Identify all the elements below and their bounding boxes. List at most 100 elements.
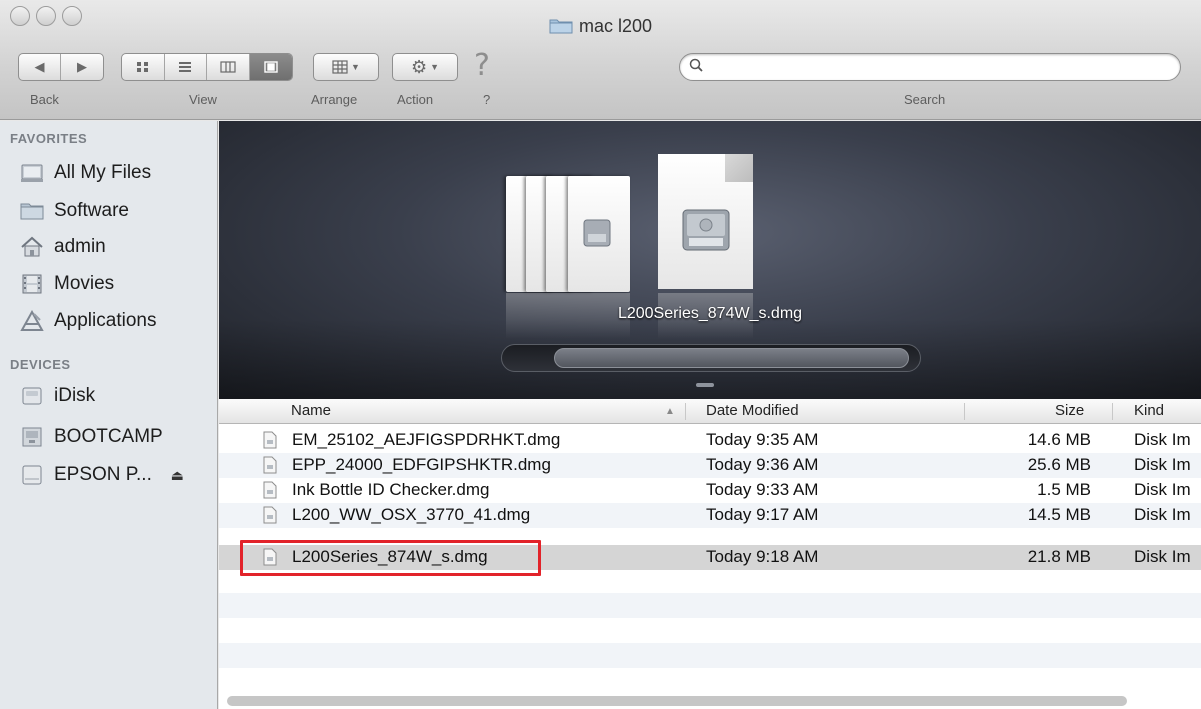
file-size: 14.6 MB	[1027, 430, 1091, 449]
empty-row	[219, 593, 1201, 618]
table-row[interactable]: EPP_24000_EDFGIPSHKTR.dmg Today 9:36 AM …	[219, 453, 1201, 478]
search-input[interactable]	[679, 53, 1181, 81]
cover-flow-item[interactable]	[568, 176, 630, 292]
horizontal-scrollbar[interactable]	[227, 696, 1127, 706]
file-kind: Disk Im	[1134, 430, 1191, 449]
file-kind: Disk Im	[1134, 547, 1191, 566]
arrange-icon	[332, 60, 348, 74]
window-title: mac l200	[0, 16, 1201, 42]
arrange-label: Arrange	[311, 92, 358, 107]
drive-icon	[20, 464, 44, 486]
sidebar-item-label: BOOTCAMP	[54, 426, 163, 447]
sidebar-header-favorites: FAVORITES	[10, 131, 88, 146]
empty-row	[219, 643, 1201, 668]
table-row[interactable]: Ink Bottle ID Checker.dmg Today 9:33 AM …	[219, 478, 1201, 503]
cover-flow-filename: L200Series_874W_s.dmg	[617, 305, 803, 322]
cover-flow-selected-item[interactable]	[658, 154, 753, 289]
file-size: 14.5 MB	[1027, 505, 1091, 524]
sidebar-item-label: Software	[54, 200, 129, 221]
sidebar-item-bootcamp[interactable]: BOOTCAMP	[20, 422, 163, 452]
movies-icon	[20, 273, 44, 295]
chevron-down-icon: ▼	[430, 62, 440, 72]
action-button[interactable]: ⚙ ▼	[392, 53, 458, 81]
sidebar-item-label: admin	[54, 236, 106, 257]
sidebar-item-epson[interactable]: EPSON P... ⏏	[20, 460, 184, 490]
file-name: L200_WW_OSX_3770_41.dmg	[292, 505, 531, 524]
back-label: Back	[30, 92, 59, 107]
cover-flow-scrollbar[interactable]	[501, 344, 921, 372]
gear-icon: ⚙	[410, 56, 428, 78]
file-size: 21.8 MB	[1027, 547, 1091, 566]
file-date: Today 9:18 AM	[706, 547, 819, 566]
file-date: Today 9:33 AM	[706, 480, 819, 499]
cover-flow-scroll-thumb[interactable]	[554, 348, 909, 368]
column-header-kind[interactable]: Kind	[1134, 402, 1164, 419]
annotation-highlight-box	[240, 540, 541, 576]
file-size: 1.5 MB	[1037, 480, 1091, 499]
file-list: EM_25102_AEJFIGSPDRHKT.dmg Today 9:35 AM…	[219, 424, 1201, 709]
list-view-button[interactable]	[165, 54, 207, 80]
file-name: EM_25102_AEJFIGSPDRHKT.dmg	[292, 430, 561, 449]
file-name: Ink Bottle ID Checker.dmg	[292, 480, 490, 499]
sidebar-item-software[interactable]: Software	[20, 196, 129, 226]
sidebar-item-all-my-files[interactable]: All My Files	[20, 158, 151, 188]
arrange-button[interactable]: ▼	[313, 53, 379, 81]
titlebar: mac l200 ◀ ▶ ▼ ⚙ ▼ ? Back View Arrange A…	[0, 0, 1201, 120]
list-view-icon	[179, 62, 192, 72]
resize-handle[interactable]	[696, 383, 714, 387]
file-kind: Disk Im	[1134, 505, 1191, 524]
icon-view-icon	[136, 62, 148, 72]
disk-image-icon	[682, 209, 730, 251]
window-title-text: mac l200	[578, 16, 653, 36]
sidebar-item-idisk[interactable]: iDisk	[20, 381, 95, 411]
forward-button[interactable]: ▶	[61, 54, 103, 80]
action-label: Action	[397, 92, 434, 107]
file-name: EPP_24000_EDFGIPSHKTR.dmg	[292, 455, 551, 474]
file-kind: Disk Im	[1134, 455, 1191, 474]
sidebar-item-label: EPSON P...	[54, 464, 152, 485]
sidebar-item-applications[interactable]: Applications	[20, 306, 156, 336]
column-header-size[interactable]: Size	[1055, 402, 1084, 419]
applications-icon	[20, 309, 44, 332]
table-row[interactable]: L200_WW_OSX_3770_41.dmg Today 9:17 AM 14…	[219, 503, 1201, 528]
help-button[interactable]: ?	[474, 48, 490, 83]
chevron-right-icon: ▶	[77, 59, 87, 74]
home-icon	[20, 236, 44, 258]
sidebar-item-movies[interactable]: Movies	[20, 269, 114, 299]
sidebar-item-label: Movies	[54, 273, 115, 294]
table-row[interactable]: EM_25102_AEJFIGSPDRHKT.dmg Today 9:35 AM…	[219, 428, 1201, 453]
sidebar-item-label: iDisk	[54, 385, 96, 406]
eject-icon[interactable]: ⏏	[171, 467, 184, 484]
search-icon	[689, 58, 703, 72]
folder-icon	[20, 200, 44, 222]
all-my-files-icon	[20, 162, 44, 184]
search-label: Search	[904, 92, 946, 107]
file-date: Today 9:17 AM	[706, 505, 819, 524]
sidebar-item-label: All My Files	[54, 162, 152, 183]
view-label: View	[189, 92, 217, 107]
sidebar-item-label: Applications	[54, 310, 157, 331]
sort-ascending-icon: ▲	[665, 406, 675, 417]
idisk-icon	[20, 385, 44, 407]
sidebar-item-admin[interactable]: admin	[20, 232, 106, 262]
cover-flow-view[interactable]: L200Series_874W_s.dmg	[219, 121, 1201, 399]
column-header-name[interactable]: Name	[291, 402, 331, 419]
chevron-left-icon: ◀	[34, 59, 45, 74]
column-view-button[interactable]	[207, 54, 250, 80]
back-forward-control: ◀ ▶	[18, 53, 104, 81]
file-date: Today 9:35 AM	[706, 430, 819, 449]
disk-image-icon	[583, 219, 611, 247]
chevron-down-icon: ▼	[351, 62, 360, 72]
cover-flow-view-button[interactable]	[249, 54, 292, 80]
drive-icon	[20, 426, 44, 448]
column-header-date[interactable]: Date Modified	[706, 402, 799, 419]
view-mode-control	[121, 53, 293, 81]
dmg-file-icon	[263, 481, 277, 499]
icon-view-button[interactable]	[122, 54, 165, 80]
back-button[interactable]: ◀	[19, 54, 62, 80]
column-view-icon	[220, 61, 236, 73]
finder-window: mac l200 ◀ ▶ ▼ ⚙ ▼ ? Back View Arrange A…	[0, 0, 1201, 709]
file-size: 25.6 MB	[1027, 455, 1091, 474]
dmg-file-icon	[263, 431, 277, 449]
help-label: ?	[483, 92, 491, 107]
